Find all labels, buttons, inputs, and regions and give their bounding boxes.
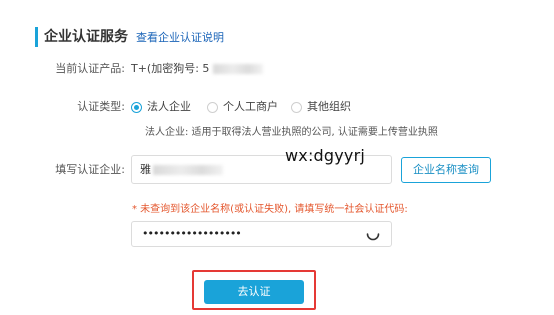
radio-label: 个人工商户 bbox=[223, 100, 278, 113]
radio-legal-entity[interactable]: 法人企业 bbox=[131, 99, 191, 115]
radio-label: 其他组织 bbox=[307, 100, 351, 113]
loading-spinner-icon bbox=[366, 233, 380, 241]
product-label: 当前认证产品: bbox=[55, 62, 125, 75]
radio-unchecked-icon bbox=[291, 101, 302, 113]
redacted-blur bbox=[153, 164, 223, 175]
certification-doc-link[interactable]: 查看企业认证说明 bbox=[136, 30, 224, 46]
company-input-text: 雅 bbox=[140, 163, 151, 176]
product-value-text: T+(加密狗号: 5 bbox=[131, 62, 210, 75]
radio-checked-icon bbox=[131, 101, 142, 113]
company-query-button[interactable]: 企业名称查询 bbox=[401, 157, 491, 183]
radio-unchecked-icon bbox=[207, 101, 218, 113]
radio-other-organization[interactable]: 其他组织 bbox=[291, 99, 351, 115]
product-value: T+(加密狗号: 5 bbox=[131, 61, 264, 77]
submit-certification-button[interactable]: 去认证 bbox=[204, 280, 304, 304]
watermark-text: wx:dgyyrj bbox=[285, 146, 366, 165]
section-title: 企业认证服务 bbox=[44, 29, 128, 45]
radio-label: 法人企业 bbox=[147, 100, 191, 113]
radio-individual-business[interactable]: 个人工商户 bbox=[207, 99, 278, 115]
error-message: * 未查询到该企业名称(或认证失败), 请填写统一社会认证代码: bbox=[132, 204, 408, 215]
cert-type-label: 认证类型: bbox=[77, 100, 125, 113]
redacted-blur bbox=[213, 64, 264, 74]
credit-code-input[interactable]: •••••••••••••••••• bbox=[131, 221, 392, 247]
cert-type-hint: 法人企业: 适用于取得法人营业执照的公司, 认证需要上传营业执照 bbox=[145, 127, 438, 138]
company-label: 填写认证企业: bbox=[55, 163, 125, 176]
section-accent-bar bbox=[35, 27, 38, 47]
